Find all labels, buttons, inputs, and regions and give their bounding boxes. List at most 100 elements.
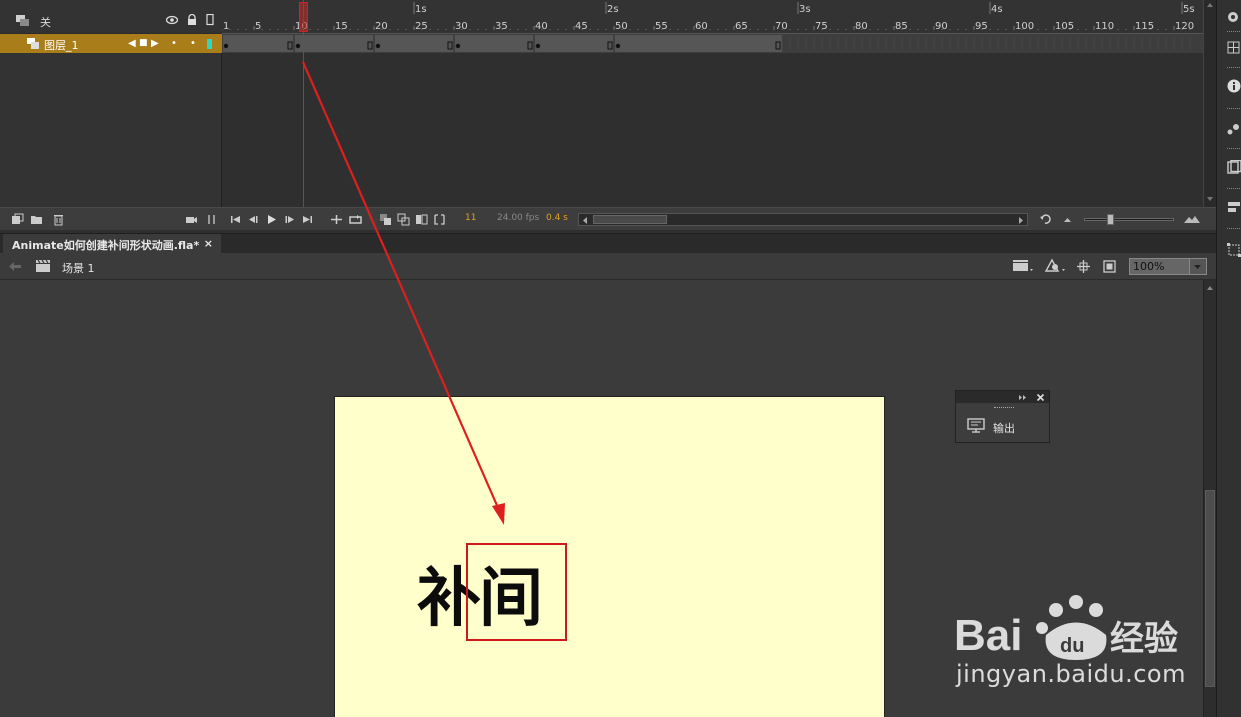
step-forward-icon[interactable] [283,213,296,226]
scroll-right-icon[interactable] [1017,216,1025,225]
zoom-in-timeline-icon[interactable] [1183,213,1201,226]
edit-bar: 场景 1 100% [0,253,1216,280]
dock-grip[interactable] [1227,67,1241,70]
dock-grip[interactable] [1227,31,1241,34]
undo-icon[interactable] [1039,213,1052,226]
second-mark-label: 2s [607,4,619,15]
layer-color-swatch[interactable] [207,39,212,49]
timeline-vertical-scrollbar[interactable] [1203,0,1216,207]
layer-header: 关 [0,0,222,34]
second-mark-label: 3s [799,4,811,15]
dock-grip[interactable] [1227,148,1241,151]
chevron-down-icon[interactable] [1189,259,1206,274]
edit-scene-icon[interactable] [1012,258,1036,274]
close-panel-icon[interactable] [1036,393,1045,402]
frame-number-label: 40 [535,21,548,32]
output-panel[interactable]: 输出 [955,390,1050,443]
right-dock-panel [1216,0,1241,717]
frame-span[interactable] [222,35,782,52]
zoom-select[interactable]: 100% [1129,258,1207,275]
panel-grip[interactable] [994,407,1014,410]
frame-number-label: 50 [615,21,628,32]
onion-skin-icon[interactable] [379,213,392,226]
camera-icon[interactable] [185,213,198,226]
playhead[interactable] [303,0,304,207]
zoom-out-timeline-icon[interactable] [1061,213,1074,226]
stage-vertical-scrollbar[interactable] [1203,280,1216,717]
keyframe-dot[interactable] [455,43,461,49]
output-monitor-icon[interactable] [967,418,985,433]
trash-icon[interactable] [52,213,65,226]
frame-number-label: 30 [455,21,468,32]
timeline-toolbar: 11 24.00 fps 0.4 s [0,207,1216,230]
lock-icon[interactable] [186,14,198,26]
frame-number-label: 100 [1015,21,1034,32]
step-back-icon[interactable] [247,213,260,226]
dock-grip[interactable] [1227,108,1241,111]
frame-row[interactable] [222,34,1203,53]
play-icon[interactable] [265,213,278,226]
keyframe-toggle-icon[interactable]: ■ [139,38,148,49]
center-stage-icon[interactable] [1076,259,1091,274]
layers-icon[interactable] [16,15,29,26]
current-frame-readout[interactable]: 11 [465,213,476,223]
timeline-zoom-slider[interactable] [1084,214,1174,225]
clip-content-icon[interactable] [1102,259,1117,274]
timeline-horizontal-scrollbar[interactable] [578,213,1028,226]
loop-icon[interactable] [349,213,362,226]
keyframe-dot[interactable] [375,43,381,49]
layer-row[interactable]: 图层_1 ◀ ■ ▶ • • [0,34,222,53]
frames-area[interactable]: 1510152025303540455055606570758085909510… [222,0,1203,207]
eye-icon[interactable] [166,14,178,26]
edit-multiple-frames-icon[interactable] [415,213,428,226]
elapsed-time-readout[interactable]: 0.4 s [546,213,568,223]
stage-canvas[interactable]: 补间 [334,396,885,717]
back-arrow-icon[interactable] [8,261,22,272]
slider-knob[interactable] [1107,214,1114,225]
second-mark-label: 5s [1183,4,1195,15]
grid-icon[interactable] [1227,41,1241,56]
keyframe-dot[interactable] [223,43,229,49]
scene-label[interactable]: 场景 1 [62,260,95,276]
info-icon[interactable] [1227,79,1241,94]
pause-icon[interactable] [205,213,218,226]
last-frame-icon[interactable] [301,213,314,226]
output-label[interactable]: 输出 [993,420,1015,436]
dock-grip[interactable] [1227,228,1241,231]
animate-app: 关 图层_1 ◀ ■ ▶ • • 1 5 15 20 25 30 35 40 4… [0,0,1241,717]
first-frame-icon[interactable] [229,213,242,226]
document-tab-title[interactable]: Animate如何创建补间形状动画.fla* [12,239,199,252]
keyframe-dot[interactable] [295,43,301,49]
onion-outline-icon[interactable] [397,213,410,226]
center-frame-icon[interactable] [330,213,343,226]
keyframe-dot[interactable] [615,43,621,49]
document-tab[interactable]: Animate如何创建补间形状动画.fla* × [3,234,221,254]
scroll-left-icon[interactable] [581,216,589,225]
align-icon[interactable] [1227,200,1241,215]
brush-tools-icon[interactable] [1227,10,1241,25]
lock-dot-icon[interactable]: • [190,38,196,49]
layer-icon [27,38,39,49]
expand-panel-icon[interactable] [1018,394,1028,401]
keyframe-dot[interactable] [535,43,541,49]
transform-icon[interactable] [1227,243,1241,258]
fps-readout[interactable]: 24.00 fps [497,213,539,223]
scrollbar-thumb[interactable] [593,215,667,224]
panel-header[interactable] [956,391,1049,403]
visibility-dot-icon[interactable]: • [171,38,177,49]
library-icon[interactable] [1227,160,1241,175]
edit-symbols-icon[interactable] [1044,258,1068,274]
close-tab-icon[interactable]: × [204,237,213,250]
scrollbar-thumb[interactable] [1205,490,1215,687]
layer-name[interactable]: 图层_1 [44,37,79,53]
next-keyframe-icon[interactable]: ▶ [151,38,159,49]
prev-keyframe-icon[interactable]: ◀ [128,38,136,49]
new-layer-icon[interactable] [11,213,24,226]
outline-icon[interactable] [205,14,217,26]
dock-grip[interactable] [1227,188,1241,191]
zoom-value[interactable]: 100% [1133,260,1164,273]
motion-presets-icon[interactable] [1227,122,1241,137]
frame-ruler[interactable]: 1510152025303540455055606570758085909510… [222,0,1203,34]
modify-markers-icon[interactable] [433,213,446,226]
new-folder-icon[interactable] [30,213,43,226]
